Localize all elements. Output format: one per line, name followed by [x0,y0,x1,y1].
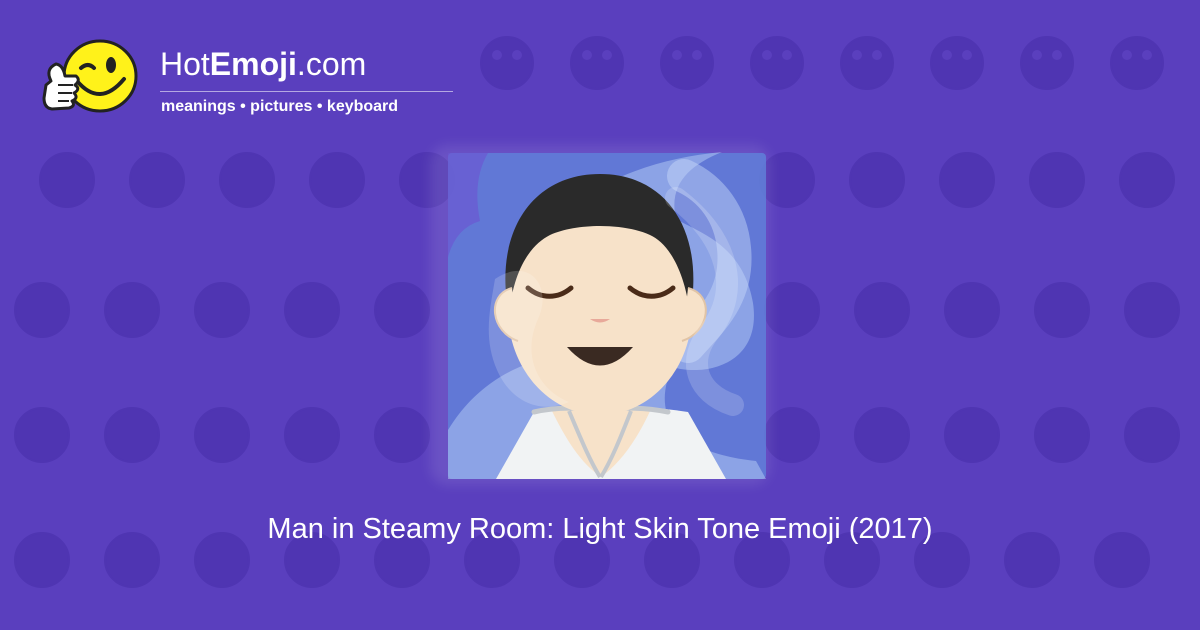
brand-suffix: .com [296,46,367,82]
emoji-image [430,145,770,485]
site-brand: HotEmoji.com [160,48,366,80]
man-in-steamy-room-light-skin-tone-icon [448,152,766,479]
brand-main: Emoji [209,46,297,82]
winking-thumbs-up-face-icon [42,39,138,113]
pattern-row-1 [480,36,1164,90]
brand-divider [160,91,453,92]
site-logo[interactable]: HotEmoji.com meanings • pictures • keybo… [38,34,458,134]
site-tagline: meanings • pictures • keyboard [161,98,399,115]
brand-prefix: Hot [160,46,210,82]
emoji-title: Man in Steamy Room: Light Skin Tone Emoj… [267,513,933,545]
